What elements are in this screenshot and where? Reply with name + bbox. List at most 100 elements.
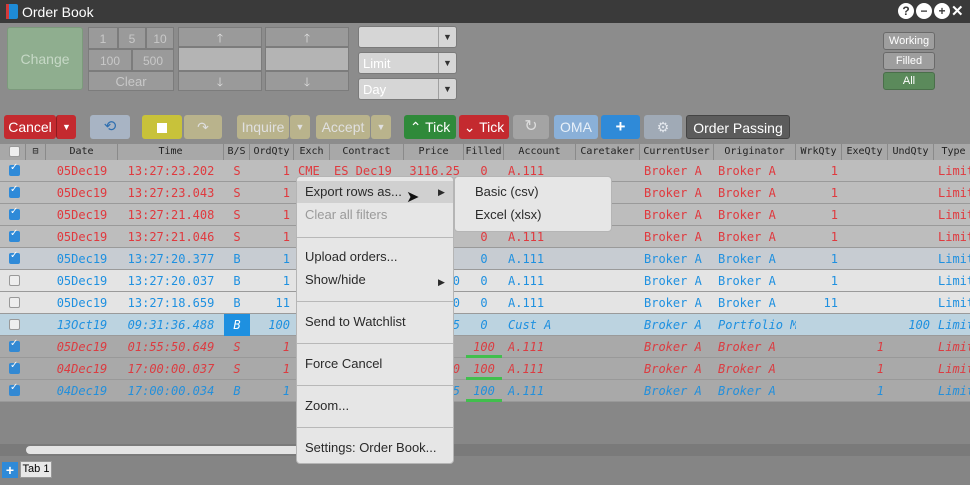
order-routing-icon[interactable]: ⚙ xyxy=(644,115,682,139)
inquire-button[interactable]: Inquire xyxy=(237,115,289,139)
column-header-originator[interactable]: Originator xyxy=(714,144,796,160)
cancel-button[interactable]: Cancel xyxy=(4,115,56,139)
column-header-currentuser[interactable]: CurrentUser xyxy=(640,144,714,160)
cell-originator: Broker A xyxy=(718,208,776,222)
accept-button[interactable]: Accept xyxy=(316,115,370,139)
table-row[interactable]: 04Dec1917:00:00.037S10100A.111Broker ABr… xyxy=(0,358,970,380)
menu-item-upload-orders[interactable]: Upload orders... xyxy=(297,246,453,268)
clear-button[interactable]: Clear xyxy=(88,71,174,91)
row-checkbox[interactable] xyxy=(9,250,20,264)
column-header-contract[interactable]: Contract xyxy=(330,144,404,160)
collapse-column-icon[interactable]: ⊟ xyxy=(26,144,46,160)
column-header-wrkqty[interactable]: WrkQty xyxy=(796,144,842,160)
column-header-account[interactable]: Account xyxy=(504,144,576,160)
accept-dropdown-chevron-icon[interactable]: ▼ xyxy=(371,115,391,139)
row-checkbox[interactable] xyxy=(9,338,20,352)
cell-type: Limit xyxy=(938,252,970,266)
cancel-dropdown-chevron-icon[interactable]: ▼ xyxy=(56,115,76,139)
table-row[interactable]: 05Dec19 01:55:50.649 S 1 100 A.111 Broker A Bro… xyxy=(0,336,970,358)
cell-exeqty xyxy=(842,270,888,292)
column-header-ordqty[interactable]: OrdQty xyxy=(250,144,294,160)
table-row[interactable]: 04Dec1917:00:00.034B15100A.111Broker ABr… xyxy=(0,380,970,402)
cell-wrkqty: 1 xyxy=(830,230,838,244)
minimize-icon[interactable]: − xyxy=(916,3,932,19)
checkbox[interactable] xyxy=(9,146,20,157)
price-down-arrow-icon[interactable]: 🡓 xyxy=(265,71,349,91)
qty-key-100[interactable]: 100 xyxy=(88,49,132,71)
menu-item-force-cancel[interactable]: Force Cancel xyxy=(297,353,453,375)
column-header-exeqty[interactable]: ExeQty xyxy=(842,144,888,160)
table-row[interactable]: 05Dec19 13:27:18.659 B 11 0 0 A.111 Broker A Bro… xyxy=(0,292,970,314)
horizontal-scrollbar-thumb[interactable] xyxy=(26,446,306,454)
row-checkbox[interactable] xyxy=(9,360,20,374)
order-history-icon[interactable]: ⟲ xyxy=(90,115,130,139)
menu-item-settings[interactable]: Settings: Order Book... xyxy=(297,437,453,459)
export-basic-csv[interactable]: Basic (csv) xyxy=(455,181,611,203)
hold-order-button[interactable] xyxy=(142,115,182,139)
column-header-undqty[interactable]: UndQty xyxy=(888,144,934,160)
table-row[interactable]: 05Dec19 13:27:20.377 B 1 0 A.111 Broker A Broke… xyxy=(0,248,970,270)
row-checkbox[interactable] xyxy=(9,319,20,330)
order-passing-button[interactable]: Order Passing ▼ xyxy=(686,115,790,159)
tab-1[interactable]: Tab 1 xyxy=(20,461,52,478)
menu-item-clear-all-filters[interactable]: Clear all filters xyxy=(297,204,453,226)
inquire-dropdown-chevron-icon[interactable]: ▼ xyxy=(290,115,310,139)
menu-item-zoom[interactable]: Zoom... xyxy=(297,395,453,417)
forward-arrow-icon[interactable]: ↷ xyxy=(184,115,222,139)
table-row[interactable]: 13Oct19 09:31:36.488 B 100 5 0 Cust A Broker AP… xyxy=(0,314,970,336)
cell-caretaker xyxy=(576,358,640,380)
order-book-app-icon xyxy=(6,4,18,19)
table-row[interactable]: 05Dec19 13:27:20.037 B 1 0 0 A.111 Broker A Brok… xyxy=(0,270,970,292)
export-excel-xlsx[interactable]: Excel (xlsx) xyxy=(455,204,611,226)
column-header-exch[interactable]: Exch xyxy=(294,144,330,160)
row-checkbox[interactable] xyxy=(9,275,20,286)
column-header-price[interactable]: Price xyxy=(404,144,464,160)
row-checkbox[interactable] xyxy=(9,297,20,308)
column-header-bs[interactable]: B/S xyxy=(224,144,250,160)
menu-item-export-rows[interactable]: Export rows as... ▶ xyxy=(297,181,453,203)
horizontal-scrollbar-track[interactable] xyxy=(0,444,970,456)
menu-item-show-hide[interactable]: Show/hide ▶ xyxy=(297,269,453,291)
menu-item-send-to-watchlist[interactable]: Send to Watchlist xyxy=(297,311,453,333)
close-icon[interactable]: ✕ xyxy=(951,2,964,20)
quantity-input[interactable] xyxy=(178,47,262,71)
tick-down-button[interactable]: ⌄ Tick xyxy=(459,115,509,139)
column-header-time[interactable]: Time xyxy=(118,144,224,160)
add-tab-button[interactable]: + xyxy=(2,462,18,478)
qty-key-500[interactable]: 500 xyxy=(132,49,174,71)
column-header-filled[interactable]: Filled xyxy=(464,144,504,160)
help-icon[interactable]: ? xyxy=(898,3,914,19)
filter-working-button[interactable]: Working xyxy=(883,32,935,50)
maximize-icon[interactable]: + xyxy=(934,3,950,19)
qty-down-arrow-icon[interactable]: 🡓 xyxy=(178,71,262,91)
column-header-caretaker[interactable]: Caretaker xyxy=(576,144,640,160)
row-checkbox[interactable] xyxy=(9,184,20,198)
column-header-type[interactable]: Type xyxy=(934,144,970,160)
qty-key-10[interactable]: 10 xyxy=(146,27,174,49)
cell-bs: B xyxy=(233,252,241,266)
qty-key-1[interactable]: 1 xyxy=(88,27,118,49)
change-button[interactable]: Change xyxy=(7,27,83,90)
cell-undqty xyxy=(888,248,934,270)
select-all-checkbox[interactable] xyxy=(0,144,26,160)
row-checkbox[interactable] xyxy=(9,228,20,242)
cell-undqty: 100 xyxy=(908,318,930,332)
filter-filled-button[interactable]: Filled xyxy=(883,52,935,70)
column-header-date[interactable]: Date xyxy=(46,144,118,160)
price-up-arrow-icon[interactable]: 🡑 xyxy=(265,27,349,47)
filter-all-button[interactable]: All xyxy=(883,72,935,90)
order-type-select[interactable]: Limit ▼ xyxy=(358,52,457,74)
add-order-button[interactable]: + xyxy=(601,115,640,139)
row-checkbox[interactable] xyxy=(9,206,20,220)
row-checkbox[interactable] xyxy=(9,162,20,176)
oma-button[interactable]: OMA xyxy=(554,115,598,139)
tick-up-button[interactable]: ⌃ Tick xyxy=(404,115,456,139)
cell-currentuser: Broker A xyxy=(644,296,702,310)
account-select[interactable]: ▼ xyxy=(358,26,457,48)
refresh-icon[interactable]: ↻ xyxy=(513,115,549,139)
qty-key-5[interactable]: 5 xyxy=(118,27,146,49)
qty-up-arrow-icon[interactable]: 🡑 xyxy=(178,27,262,47)
duration-select[interactable]: Day ▼ xyxy=(358,78,457,100)
row-checkbox[interactable] xyxy=(9,382,20,396)
price-input[interactable] xyxy=(265,47,349,71)
